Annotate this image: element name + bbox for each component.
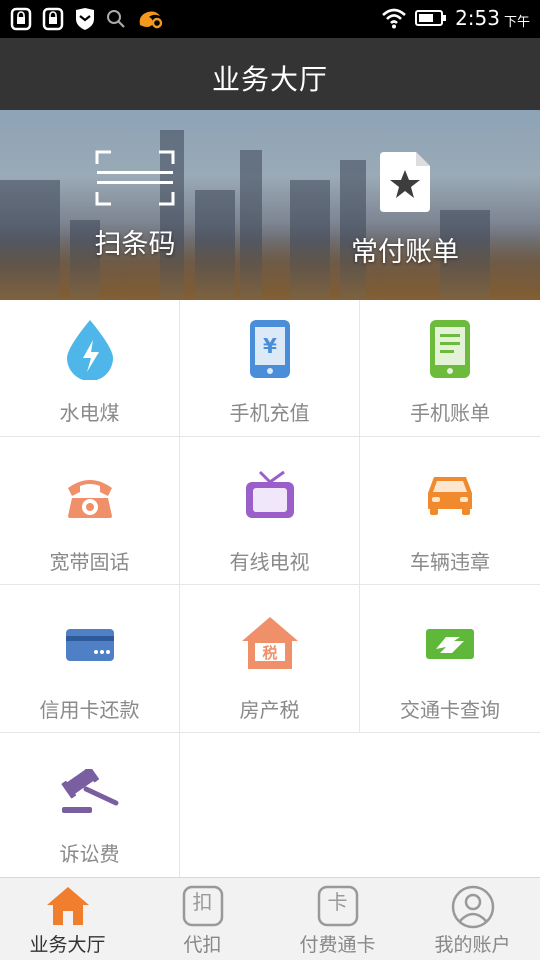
wifi-icon (382, 8, 406, 29)
service-credit-card[interactable]: 信用卡还款 (0, 585, 180, 733)
empty-cell (360, 733, 540, 877)
gavel-icon (61, 769, 118, 813)
phone-bill-icon (430, 320, 470, 378)
service-utilities[interactable]: 水电煤 (0, 300, 180, 437)
card-glyph: 卡 (327, 890, 348, 914)
uc-browser-icon (139, 11, 163, 29)
credit-card-icon (65, 629, 114, 661)
scan-barcode-button[interactable]: 扫条码 (55, 150, 215, 261)
service-label: 手机充值 (229, 401, 310, 425)
search-icon (107, 10, 125, 28)
house-tax-icon: 税 (241, 617, 298, 669)
service-property-tax[interactable]: 税 房产税 (180, 585, 360, 733)
service-label: 交通卡查询 (400, 698, 500, 722)
frequent-bills-label: 常付账单 (351, 237, 459, 268)
status-right: 2:53 下午 (381, 6, 530, 30)
scan-barcode-label: 扫条码 (94, 229, 176, 260)
phone-recharge-icon: ¥ (249, 320, 290, 378)
tv-icon (245, 470, 294, 518)
status-left-icons (10, 7, 164, 31)
nav-label: 代扣 (183, 934, 222, 956)
app-header: 业务大厅 (0, 38, 540, 110)
nav-label: 付费通卡 (299, 934, 376, 956)
bottom-nav: 业务大厅 扣 代扣 卡 付费通卡 我的账户 (0, 877, 540, 960)
service-vehicle-violation[interactable]: 车辆违章 (360, 437, 540, 585)
lock-notification-icon-2 (42, 7, 64, 31)
svg-text:¥: ¥ (263, 334, 277, 358)
home-icon (46, 887, 89, 925)
service-broadband[interactable]: 宽带固话 (0, 437, 180, 585)
shield-icon (76, 8, 94, 30)
page-title: 业务大厅 (211, 63, 328, 96)
transit-card-icon (426, 629, 474, 659)
service-label: 诉讼费 (59, 842, 120, 866)
user-icon (451, 885, 494, 929)
empty-cell (180, 733, 360, 877)
service-cable-tv[interactable]: 有线电视 (180, 437, 360, 585)
clock-time: 2:53 (455, 6, 500, 30)
clock-ampm: 下午 (503, 14, 530, 30)
service-label: 有线电视 (229, 550, 310, 574)
barcode-scan-icon (95, 150, 175, 206)
service-label: 信用卡还款 (39, 698, 140, 722)
water-drop-icon (66, 320, 113, 380)
service-label: 房产税 (239, 698, 300, 722)
nav-business-hall[interactable]: 业务大厅 (0, 878, 135, 960)
svg-text:税: 税 (262, 644, 277, 662)
status-bar: 2:53 下午 (0, 0, 540, 38)
nav-label: 业务大厅 (29, 934, 106, 956)
service-label: 手机账单 (410, 401, 490, 425)
banner: 扫条码 常付账单 (0, 110, 540, 300)
nav-deduct[interactable]: 扣 代扣 (135, 878, 270, 960)
nav-payment-card[interactable]: 卡 付费通卡 (270, 878, 405, 960)
nav-label: 我的账户 (434, 934, 511, 956)
service-label: 车辆违章 (410, 550, 490, 574)
favorite-bill-icon (380, 152, 430, 212)
deduct-glyph: 扣 (192, 890, 213, 914)
battery-icon (415, 10, 447, 26)
car-icon (428, 477, 472, 515)
frequent-bills-button[interactable]: 常付账单 (325, 150, 485, 269)
service-transit-card[interactable]: 交通卡查询 (360, 585, 540, 733)
service-phone-bill[interactable]: 手机账单 (360, 300, 540, 437)
service-litigation-fee[interactable]: 诉讼费 (0, 733, 180, 877)
service-label: 水电煤 (59, 401, 120, 425)
service-label: 宽带固话 (49, 550, 130, 574)
service-phone-recharge[interactable]: ¥ 手机充值 (180, 300, 360, 437)
telephone-icon (67, 480, 112, 518)
lock-notification-icon (10, 7, 32, 31)
nav-my-account[interactable]: 我的账户 (405, 878, 540, 960)
